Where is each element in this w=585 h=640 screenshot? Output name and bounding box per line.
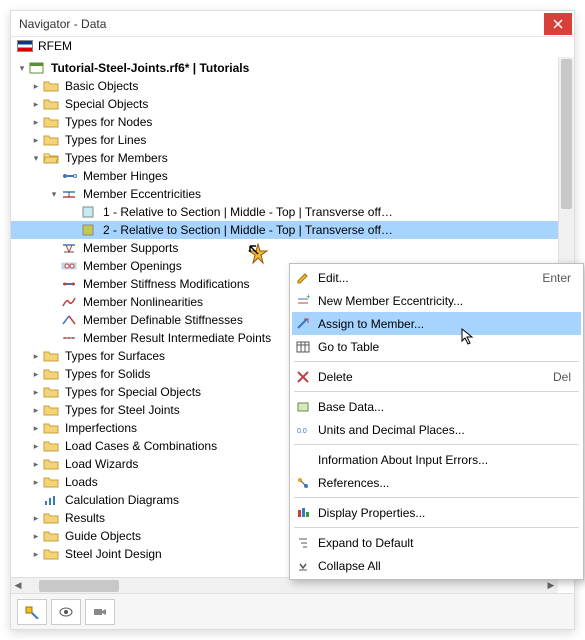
svg-text:0.0: 0.0	[297, 428, 307, 435]
window-title: Navigator - Data	[11, 17, 544, 31]
folder-icon	[43, 421, 59, 435]
eccentricity-icon	[61, 187, 77, 201]
tree-item-member-ecc[interactable]: ▾Member Eccentricities	[11, 185, 574, 203]
expander-icon[interactable]: ▾	[29, 151, 43, 165]
bottom-toolbar	[11, 593, 574, 629]
folder-icon	[43, 529, 59, 543]
expander-icon[interactable]: ▸	[29, 97, 43, 111]
app-icon	[17, 40, 33, 52]
expander-icon[interactable]: ▾	[15, 61, 29, 75]
menu-new-eccentricity[interactable]: + New Member Eccentricity...	[292, 289, 581, 312]
app-row: RFEM	[11, 37, 574, 55]
folder-open-icon	[43, 151, 59, 165]
folder-icon	[43, 367, 59, 381]
menu-input-errors[interactable]: Information About Input Errors...	[292, 448, 581, 471]
view-data-button[interactable]	[17, 599, 47, 625]
titlebar: Navigator - Data	[11, 11, 574, 37]
units-icon: 0.0	[294, 422, 312, 438]
folder-icon	[43, 79, 59, 93]
openings-icon	[61, 259, 77, 273]
expander-icon[interactable]: ▸	[29, 133, 43, 147]
svg-text:+: +	[306, 294, 310, 301]
menu-units[interactable]: 0.0 Units and Decimal Places...	[292, 418, 581, 441]
folder-icon	[43, 97, 59, 111]
context-menu: Edit... Enter + New Member Eccentricity.…	[289, 263, 584, 580]
folder-icon	[43, 133, 59, 147]
collapse-icon	[294, 558, 312, 574]
menu-delete[interactable]: Delete Del	[292, 365, 581, 388]
edit-icon	[294, 270, 312, 286]
display-icon	[294, 505, 312, 521]
expander-icon[interactable]: ▸	[29, 79, 43, 93]
references-icon	[294, 475, 312, 491]
nonlin-icon	[61, 295, 77, 309]
root-node[interactable]: ▾ Tutorial-Steel-Joints.rf6* | Tutorials	[11, 59, 574, 77]
menu-collapse-all[interactable]: Collapse All	[292, 554, 581, 577]
stiffness-icon	[61, 277, 77, 291]
menu-assign-to-member[interactable]: Assign to Member...	[292, 312, 581, 335]
table-icon	[294, 339, 312, 355]
folder-icon	[43, 475, 59, 489]
tree-item[interactable]: ▸Types for Lines	[11, 131, 574, 149]
base-data-icon	[294, 399, 312, 415]
folder-icon	[43, 115, 59, 129]
folder-icon	[43, 511, 59, 525]
tree-item[interactable]: ▸Basic Objects	[11, 77, 574, 95]
hinge-icon	[61, 169, 77, 183]
project-icon	[29, 61, 45, 75]
view-show-button[interactable]	[51, 599, 81, 625]
eccentricity-new-icon: +	[294, 293, 312, 309]
tree-item[interactable]: ▸Special Objects	[11, 95, 574, 113]
menu-edit[interactable]: Edit... Enter	[292, 266, 581, 289]
tree-item-types-for-members[interactable]: ▾Types for Members	[11, 149, 574, 167]
menu-references[interactable]: References...	[292, 471, 581, 494]
tree-item[interactable]: Member Hinges	[11, 167, 574, 185]
support-icon	[61, 241, 77, 255]
app-name: RFEM	[38, 39, 72, 53]
menu-go-to-table[interactable]: Go to Table	[292, 335, 581, 358]
folder-icon	[43, 547, 59, 561]
expand-icon	[294, 535, 312, 551]
delete-icon	[294, 369, 312, 385]
swatch-icon	[81, 205, 97, 219]
expander-icon[interactable]: ▸	[29, 115, 43, 129]
tree-item[interactable]: ▸Types for Nodes	[11, 113, 574, 131]
view-video-button[interactable]	[85, 599, 115, 625]
folder-icon	[43, 457, 59, 471]
expander-icon[interactable]: ▾	[47, 187, 61, 201]
diagram-icon	[43, 493, 59, 507]
result-points-icon	[61, 331, 77, 345]
menu-display-properties[interactable]: Display Properties...	[292, 501, 581, 524]
assign-icon	[294, 316, 312, 332]
folder-icon	[43, 403, 59, 417]
close-button[interactable]	[544, 13, 572, 35]
tree-item-ecc-2[interactable]: 2 - Relative to Section | Middle - Top |…	[11, 221, 574, 239]
tree-item[interactable]: Member Supports	[11, 239, 574, 257]
folder-icon	[43, 439, 59, 453]
menu-base-data[interactable]: Base Data...	[292, 395, 581, 418]
def-stiff-icon	[61, 313, 77, 327]
folder-icon	[43, 349, 59, 363]
swatch-icon	[81, 223, 97, 237]
tree-item-ecc-1[interactable]: 1 - Relative to Section | Middle - Top |…	[11, 203, 574, 221]
menu-expand-default[interactable]: Expand to Default	[292, 531, 581, 554]
folder-icon	[43, 385, 59, 399]
